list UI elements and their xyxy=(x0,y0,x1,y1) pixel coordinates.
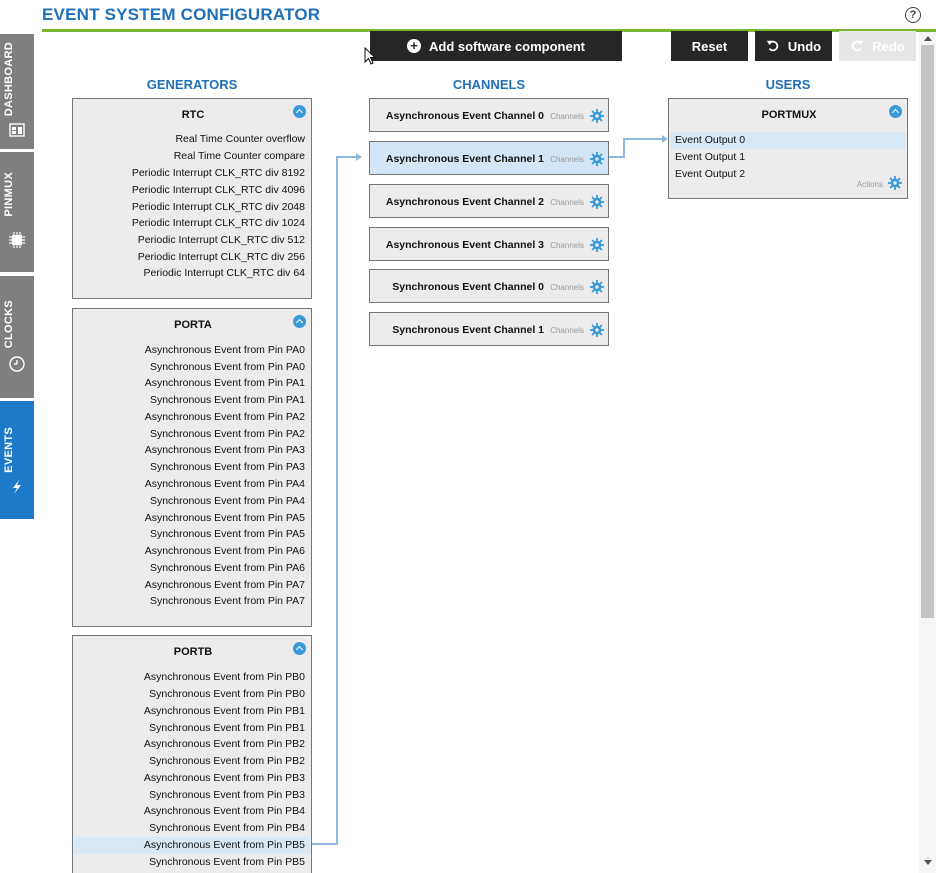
generator-item[interactable]: Synchronous Event from Pin PA3 xyxy=(150,461,305,473)
generator-item[interactable]: Real Time Counter overflow xyxy=(175,133,305,145)
generator-item[interactable]: Periodic Interrupt CLK_RTC div 64 xyxy=(144,267,305,279)
generator-item[interactable]: Synchronous Event from Pin PB1 xyxy=(149,722,305,734)
generator-item[interactable]: Asynchronous Event from Pin PB3 xyxy=(144,772,305,784)
generator-item[interactable]: Asynchronous Event from Pin PA6 xyxy=(145,545,305,557)
channel-sub-label: Channels xyxy=(550,112,584,121)
generator-item[interactable]: Asynchronous Event from Pin PB4 xyxy=(144,805,305,817)
generator-item[interactable]: Synchronous Event from Pin PB2 xyxy=(149,755,305,767)
generator-portb: PORTB Asynchronous Event from Pin PB0 Sy… xyxy=(72,635,312,873)
generator-item[interactable]: Synchronous Event from Pin PA2 xyxy=(150,428,305,440)
generator-item[interactable]: Synchronous Event from Pin PA0 xyxy=(150,361,305,373)
generator-item[interactable]: Synchronous Event from Pin PA5 xyxy=(150,528,305,540)
actions-label: Actions xyxy=(856,180,883,189)
user-item-selected[interactable]: Event Output 0 xyxy=(675,134,745,146)
channel-sub-label: Channels xyxy=(550,326,584,335)
generator-item[interactable]: Synchronous Event from Pin PA7 xyxy=(150,595,305,607)
generator-item[interactable]: Asynchronous Event from Pin PA0 xyxy=(145,344,305,356)
channel-name: Asynchronous Event Channel 3 xyxy=(385,239,544,251)
generator-item[interactable]: Asynchronous Event from Pin PB2 xyxy=(144,738,305,750)
gear-icon[interactable] xyxy=(590,152,604,166)
channel-name: Synchronous Event Channel 0 xyxy=(392,281,544,293)
generator-item-selected[interactable]: Asynchronous Event from Pin PB5 xyxy=(144,839,305,851)
channel-sub-label: Channels xyxy=(550,198,584,207)
collapse-porta-icon[interactable] xyxy=(293,315,306,328)
gear-icon[interactable] xyxy=(590,238,604,252)
link-arrowhead-channel1 xyxy=(356,153,362,161)
scrollbar-thumb[interactable] xyxy=(921,45,934,618)
user-portmux-title: PORTMUX xyxy=(761,109,817,121)
user-item[interactable]: Event Output 2 xyxy=(675,168,745,180)
generator-item[interactable]: Synchronous Event from Pin PB3 xyxy=(149,789,305,801)
channel-sub-label: Channels xyxy=(550,155,584,164)
collapse-rtc-icon[interactable] xyxy=(293,105,306,118)
generator-item[interactable]: Periodic Interrupt CLK_RTC div 1024 xyxy=(132,217,305,229)
gear-icon[interactable] xyxy=(590,280,604,294)
channel-async-1[interactable]: Asynchronous Event Channel 1 Channels xyxy=(369,141,609,175)
gear-icon[interactable] xyxy=(590,323,604,337)
channel-sub-label: Channels xyxy=(550,283,584,292)
channel-async-0[interactable]: Asynchronous Event Channel 0 Channels xyxy=(369,98,609,132)
generator-rtc-title: RTC xyxy=(181,109,205,121)
generator-item[interactable]: Synchronous Event from Pin PA6 xyxy=(150,562,305,574)
generator-rtc: RTC Real Time Counter overflow Real Time… xyxy=(72,98,312,299)
generator-item[interactable]: Asynchronous Event from Pin PA1 xyxy=(145,377,305,389)
generator-item[interactable]: Synchronous Event from Pin PB5 xyxy=(149,856,305,868)
generator-porta-title: PORTA xyxy=(174,319,212,331)
channel-sync-0[interactable]: Synchronous Event Channel 0 Channels xyxy=(369,269,609,303)
generator-item[interactable]: Synchronous Event from Pin PB0 xyxy=(149,688,305,700)
generator-item[interactable]: Asynchronous Event from Pin PA4 xyxy=(145,478,305,490)
link-channel1-to-portmux xyxy=(609,138,662,158)
channel-name: Synchronous Event Channel 1 xyxy=(392,324,544,336)
generator-item[interactable]: Real Time Counter compare xyxy=(174,150,305,162)
gear-icon[interactable] xyxy=(590,195,604,209)
user-item[interactable]: Event Output 1 xyxy=(675,151,745,163)
generator-item[interactable]: Synchronous Event from Pin PA1 xyxy=(150,394,305,406)
generator-item[interactable]: Synchronous Event from Pin PA4 xyxy=(150,495,305,507)
scroll-down-icon[interactable] xyxy=(924,860,932,865)
generator-porta: PORTA Asynchronous Event from Pin PA0 Sy… xyxy=(72,308,312,627)
generator-item[interactable]: Periodic Interrupt CLK_RTC div 2048 xyxy=(132,201,305,213)
gear-icon[interactable] xyxy=(888,176,902,190)
channel-name: Asynchronous Event Channel 2 xyxy=(385,196,544,208)
user-portmux: PORTMUX Event Output 0 Event Output 1 Ev… xyxy=(668,98,908,199)
scroll-up-icon[interactable] xyxy=(924,36,932,41)
channel-async-3[interactable]: Asynchronous Event Channel 3 Channels xyxy=(369,227,609,261)
generator-item[interactable]: Periodic Interrupt CLK_RTC div 512 xyxy=(138,234,305,246)
gear-icon[interactable] xyxy=(590,109,604,123)
generator-portb-title: PORTB xyxy=(173,646,213,658)
generator-item[interactable]: Asynchronous Event from Pin PA2 xyxy=(145,411,305,423)
generator-item[interactable]: Asynchronous Event from Pin PA5 xyxy=(145,512,305,524)
generator-item[interactable]: Periodic Interrupt CLK_RTC div 256 xyxy=(138,251,305,263)
generator-item[interactable]: Asynchronous Event from Pin PB1 xyxy=(144,705,305,717)
generator-item[interactable]: Periodic Interrupt CLK_RTC div 8192 xyxy=(132,167,305,179)
link-portb-to-channel1 xyxy=(312,156,356,845)
channel-name: Asynchronous Event Channel 0 xyxy=(385,110,544,122)
channel-sync-1[interactable]: Synchronous Event Channel 1 Channels xyxy=(369,312,609,346)
generator-item[interactable]: Synchronous Event from Pin PB4 xyxy=(149,822,305,834)
generator-item[interactable]: Asynchronous Event from Pin PA3 xyxy=(145,444,305,456)
channel-sub-label: Channels xyxy=(550,241,584,250)
generator-item[interactable]: Periodic Interrupt CLK_RTC div 4096 xyxy=(132,184,305,196)
collapse-portb-icon[interactable] xyxy=(293,642,306,655)
channel-async-2[interactable]: Asynchronous Event Channel 2 Channels xyxy=(369,184,609,218)
generator-item[interactable]: Asynchronous Event from Pin PB0 xyxy=(144,671,305,683)
collapse-portmux-icon[interactable] xyxy=(889,105,902,118)
generator-item[interactable]: Asynchronous Event from Pin PA7 xyxy=(145,579,305,591)
channel-name: Asynchronous Event Channel 1 xyxy=(385,153,544,165)
